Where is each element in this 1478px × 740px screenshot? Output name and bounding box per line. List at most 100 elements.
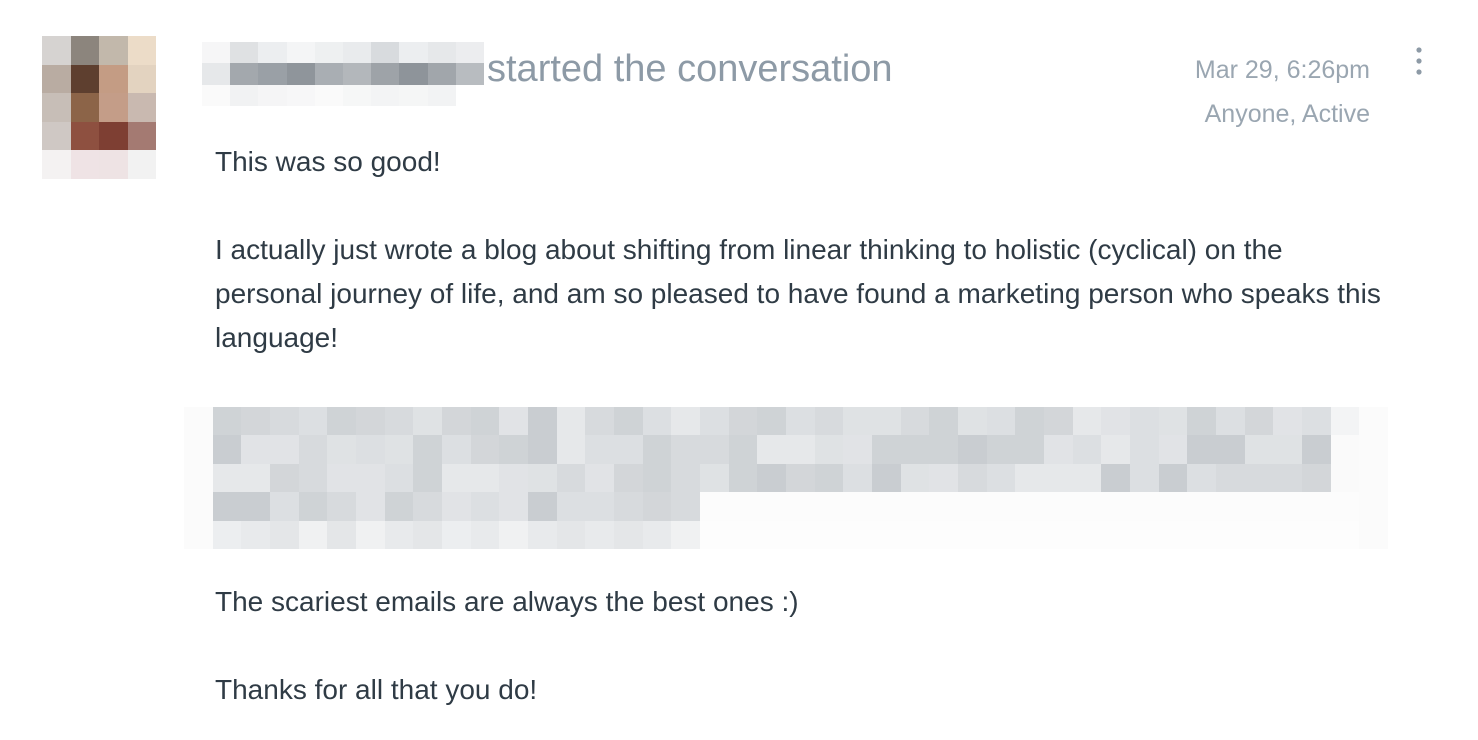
redaction-pixel: [384, 492, 414, 521]
redaction-pixel: [613, 520, 643, 549]
redaction-pixel: [843, 492, 872, 521]
redaction-pixel: [1187, 463, 1216, 493]
header-action-text: started the conversation: [487, 48, 893, 90]
redaction-pixel: [241, 435, 270, 464]
redaction-pixel: [1158, 407, 1188, 436]
redaction-pixel: [957, 492, 987, 521]
redaction-pixel: [757, 520, 786, 549]
redaction-pixel: [1330, 407, 1360, 436]
redaction-pixel: [202, 84, 231, 106]
redaction-pixel: [556, 407, 586, 436]
redaction-pixel: [1273, 492, 1302, 521]
redaction-pixel: [470, 407, 500, 436]
redaction-pixel: [1273, 407, 1302, 436]
redaction-pixel: [757, 435, 786, 464]
author-name-redacted[interactable]: [202, 42, 484, 106]
redaction-pixel: [184, 520, 213, 549]
redaction-pixel: [814, 435, 844, 464]
redaction-pixel: [269, 492, 299, 521]
redaction-pixel: [499, 435, 528, 464]
redaction-pixel: [371, 42, 400, 64]
redaction-pixel: [413, 520, 442, 549]
redaction-pixel: [441, 492, 471, 521]
redaction-pixel: [258, 63, 287, 85]
redaction-pixel: [1215, 407, 1245, 436]
redaction-pixel: [355, 492, 385, 521]
redaction-pixel: [355, 407, 385, 436]
avatar-pixel: [99, 64, 128, 94]
redaction-pixel: [929, 492, 958, 521]
redaction-pixel: [900, 492, 930, 521]
avatar[interactable]: [42, 36, 156, 179]
redaction-pixel: [1072, 492, 1102, 521]
redaction-pixel: [1101, 407, 1130, 436]
redaction-pixel: [455, 84, 484, 106]
redaction-pixel: [900, 463, 930, 493]
redaction-pixel: [399, 63, 428, 85]
redaction-pixel: [1015, 435, 1044, 464]
redaction-pixel: [1301, 435, 1331, 464]
redaction-pixel: [1158, 435, 1188, 464]
redaction-pixel: [441, 463, 471, 493]
redaction-pixel: [699, 407, 729, 436]
redaction-pixel: [1187, 520, 1216, 549]
redaction-pixel: [728, 407, 758, 436]
redaction-pixel: [1330, 463, 1360, 493]
avatar-pixel: [99, 36, 128, 65]
redaction-pixel: [241, 407, 270, 436]
redaction-pixel: [642, 435, 672, 464]
redaction-pixel: [470, 520, 500, 549]
redaction-pixel: [384, 463, 414, 493]
redaction-pixel: [1215, 435, 1245, 464]
redaction-pixel: [1244, 492, 1274, 521]
redaction-pixel: [413, 435, 442, 464]
redaction-pixel: [1158, 463, 1188, 493]
redaction-pixel: [269, 435, 299, 464]
redaction-pixel: [671, 407, 700, 436]
redaction-pixel: [184, 492, 213, 521]
redaction-pixel: [986, 463, 1016, 493]
redaction-pixel: [1359, 463, 1388, 493]
redaction-pixel: [957, 520, 987, 549]
redaction-pixel: [441, 407, 471, 436]
redaction-pixel: [298, 435, 328, 464]
redaction-pixel: [314, 84, 343, 106]
redaction-pixel: [1359, 407, 1388, 436]
redaction-pixel: [184, 435, 213, 464]
redaction-pixel: [298, 492, 328, 521]
vertical-ellipsis-icon[interactable]: [1404, 44, 1434, 80]
redaction-pixel: [1273, 463, 1302, 493]
redaction-pixel: [613, 492, 643, 521]
redaction-pixel: [699, 463, 729, 493]
redaction-pixel: [929, 520, 958, 549]
redaction-pixel: [499, 492, 528, 521]
redaction-pixel: [286, 42, 315, 64]
redaction-pixel: [957, 435, 987, 464]
redaction-pixel: [212, 463, 242, 493]
redaction-pixel: [258, 42, 287, 64]
redaction-pixel: [843, 407, 872, 436]
redaction-pixel: [1043, 407, 1073, 436]
redaction-pixel: [671, 463, 700, 493]
redaction-pixel: [470, 463, 500, 493]
redaction-pixel: [230, 63, 259, 85]
redaction-pixel: [1101, 520, 1130, 549]
redaction-pixel: [184, 407, 213, 436]
redaction-pixel: [371, 84, 400, 106]
redaction-pixel: [384, 520, 414, 549]
redaction-pixel: [843, 435, 872, 464]
redaction-pixel: [1215, 520, 1245, 549]
redaction-pixel: [814, 463, 844, 493]
redaction-pixel: [1101, 492, 1130, 521]
avatar-pixel: [70, 150, 99, 179]
redaction-pixel: [871, 520, 901, 549]
redaction-pixel: [269, 520, 299, 549]
redaction-pixel: [699, 435, 729, 464]
redaction-pixel: [757, 407, 786, 436]
redaction-pixel: [1244, 407, 1274, 436]
redaction-pixel: [343, 63, 372, 85]
redaction-pixel: [871, 407, 901, 436]
redaction-pixel: [384, 407, 414, 436]
avatar-pixel: [70, 93, 99, 122]
avatar-pixel: [70, 64, 99, 94]
